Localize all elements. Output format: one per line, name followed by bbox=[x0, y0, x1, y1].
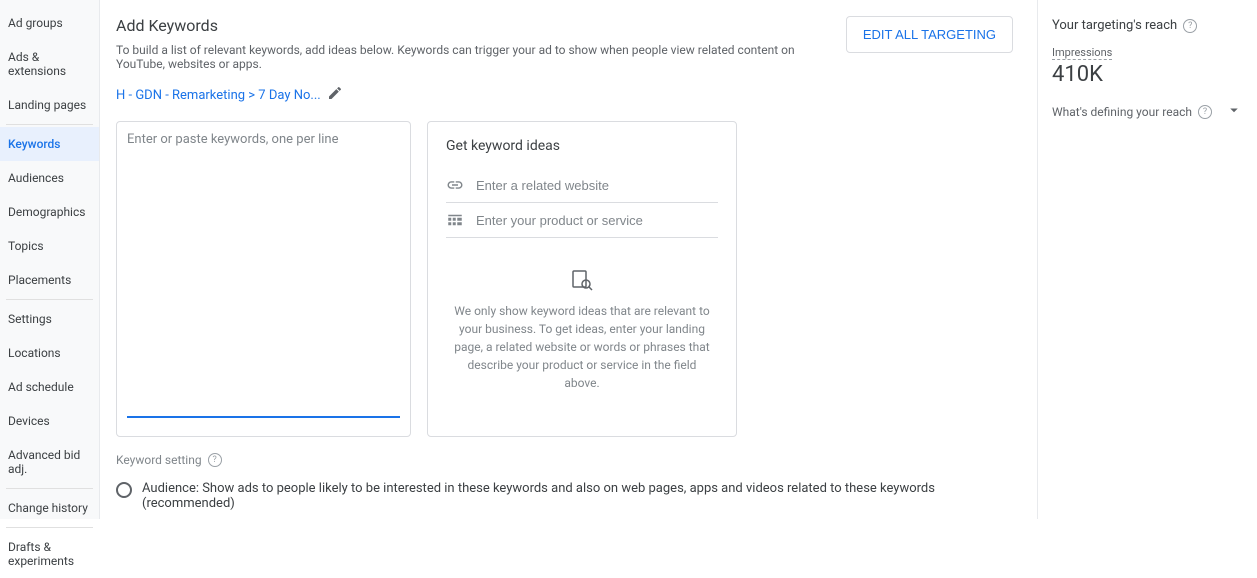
help-icon[interactable]: ? bbox=[208, 453, 222, 467]
keywords-textarea[interactable] bbox=[127, 132, 400, 407]
impressions-value: 410K bbox=[1052, 62, 1243, 87]
keywords-card bbox=[116, 121, 411, 437]
grid-icon bbox=[446, 211, 464, 229]
radio-button-audience[interactable] bbox=[116, 482, 132, 498]
sidebar-item-ads-extensions[interactable]: Ads & extensions bbox=[0, 40, 99, 88]
page-title: Add Keywords bbox=[116, 16, 846, 35]
sidebar-item-audiences[interactable]: Audiences bbox=[0, 161, 99, 195]
keyword-ideas-empty-text: We only show keyword ideas that are rele… bbox=[446, 302, 718, 392]
help-icon[interactable]: ? bbox=[1183, 19, 1197, 33]
product-service-input[interactable] bbox=[476, 213, 718, 228]
sidebar-item-drafts-experiments[interactable]: Drafts & experiments bbox=[0, 530, 99, 578]
chevron-down-icon bbox=[1225, 101, 1243, 122]
keyword-setting-label: Keyword setting ? bbox=[116, 453, 1013, 467]
sidebar-item-devices[interactable]: Devices bbox=[0, 404, 99, 438]
targeting-reach-panel: Your targeting's reach ? Impressions 410… bbox=[1037, 0, 1257, 519]
keyword-ideas-title: Get keyword ideas bbox=[446, 138, 718, 154]
edit-breadcrumb-icon[interactable] bbox=[327, 85, 343, 105]
radio-audience[interactable]: Audience: Show ads to people likely to b… bbox=[116, 481, 1013, 511]
search-page-icon bbox=[570, 268, 594, 292]
impressions-label: Impressions bbox=[1052, 46, 1112, 60]
edit-all-targeting-button[interactable]: EDIT ALL TARGETING bbox=[846, 16, 1013, 53]
sidebar-item-landing-pages[interactable]: Landing pages bbox=[0, 88, 99, 122]
sidebar-item-settings[interactable]: Settings bbox=[0, 302, 99, 336]
sidebar-divider bbox=[6, 124, 93, 125]
defining-reach-label: What's defining your reach bbox=[1052, 105, 1192, 119]
radio-audience-label: Audience: Show ads to people likely to b… bbox=[142, 481, 1013, 511]
sidebar-divider bbox=[6, 488, 93, 489]
page-description: To build a list of relevant keywords, ad… bbox=[116, 43, 846, 71]
sidebar-item-ad-schedule[interactable]: Ad schedule bbox=[0, 370, 99, 404]
sidebar: Ad groupsAds & extensionsLanding pages Ke… bbox=[0, 0, 100, 519]
sidebar-item-change-history[interactable]: Change history bbox=[0, 491, 99, 525]
reach-title: Your targeting's reach bbox=[1052, 18, 1177, 33]
sidebar-item-locations[interactable]: Locations bbox=[0, 336, 99, 370]
sidebar-divider bbox=[6, 299, 93, 300]
textarea-focus-underline bbox=[127, 416, 400, 418]
sidebar-item-placements[interactable]: Placements bbox=[0, 263, 99, 297]
sidebar-item-topics[interactable]: Topics bbox=[0, 229, 99, 263]
help-icon[interactable]: ? bbox=[1198, 105, 1212, 119]
sidebar-item-demographics[interactable]: Demographics bbox=[0, 195, 99, 229]
sidebar-item-keywords[interactable]: Keywords bbox=[0, 127, 99, 161]
keyword-ideas-card: Get keyword ideas bbox=[427, 121, 737, 437]
main-content: Add Keywords To build a list of relevant… bbox=[100, 0, 1037, 519]
related-website-input[interactable] bbox=[476, 178, 718, 193]
breadcrumb[interactable]: H - GDN - Remarketing > 7 Day No... bbox=[116, 88, 321, 103]
defining-reach-toggle[interactable]: What's defining your reach ? bbox=[1052, 101, 1243, 122]
sidebar-item-ad-groups[interactable]: Ad groups bbox=[0, 6, 99, 40]
sidebar-item-advanced-bid-adj-[interactable]: Advanced bid adj. bbox=[0, 438, 99, 486]
sidebar-divider bbox=[6, 527, 93, 528]
link-icon bbox=[446, 176, 464, 194]
